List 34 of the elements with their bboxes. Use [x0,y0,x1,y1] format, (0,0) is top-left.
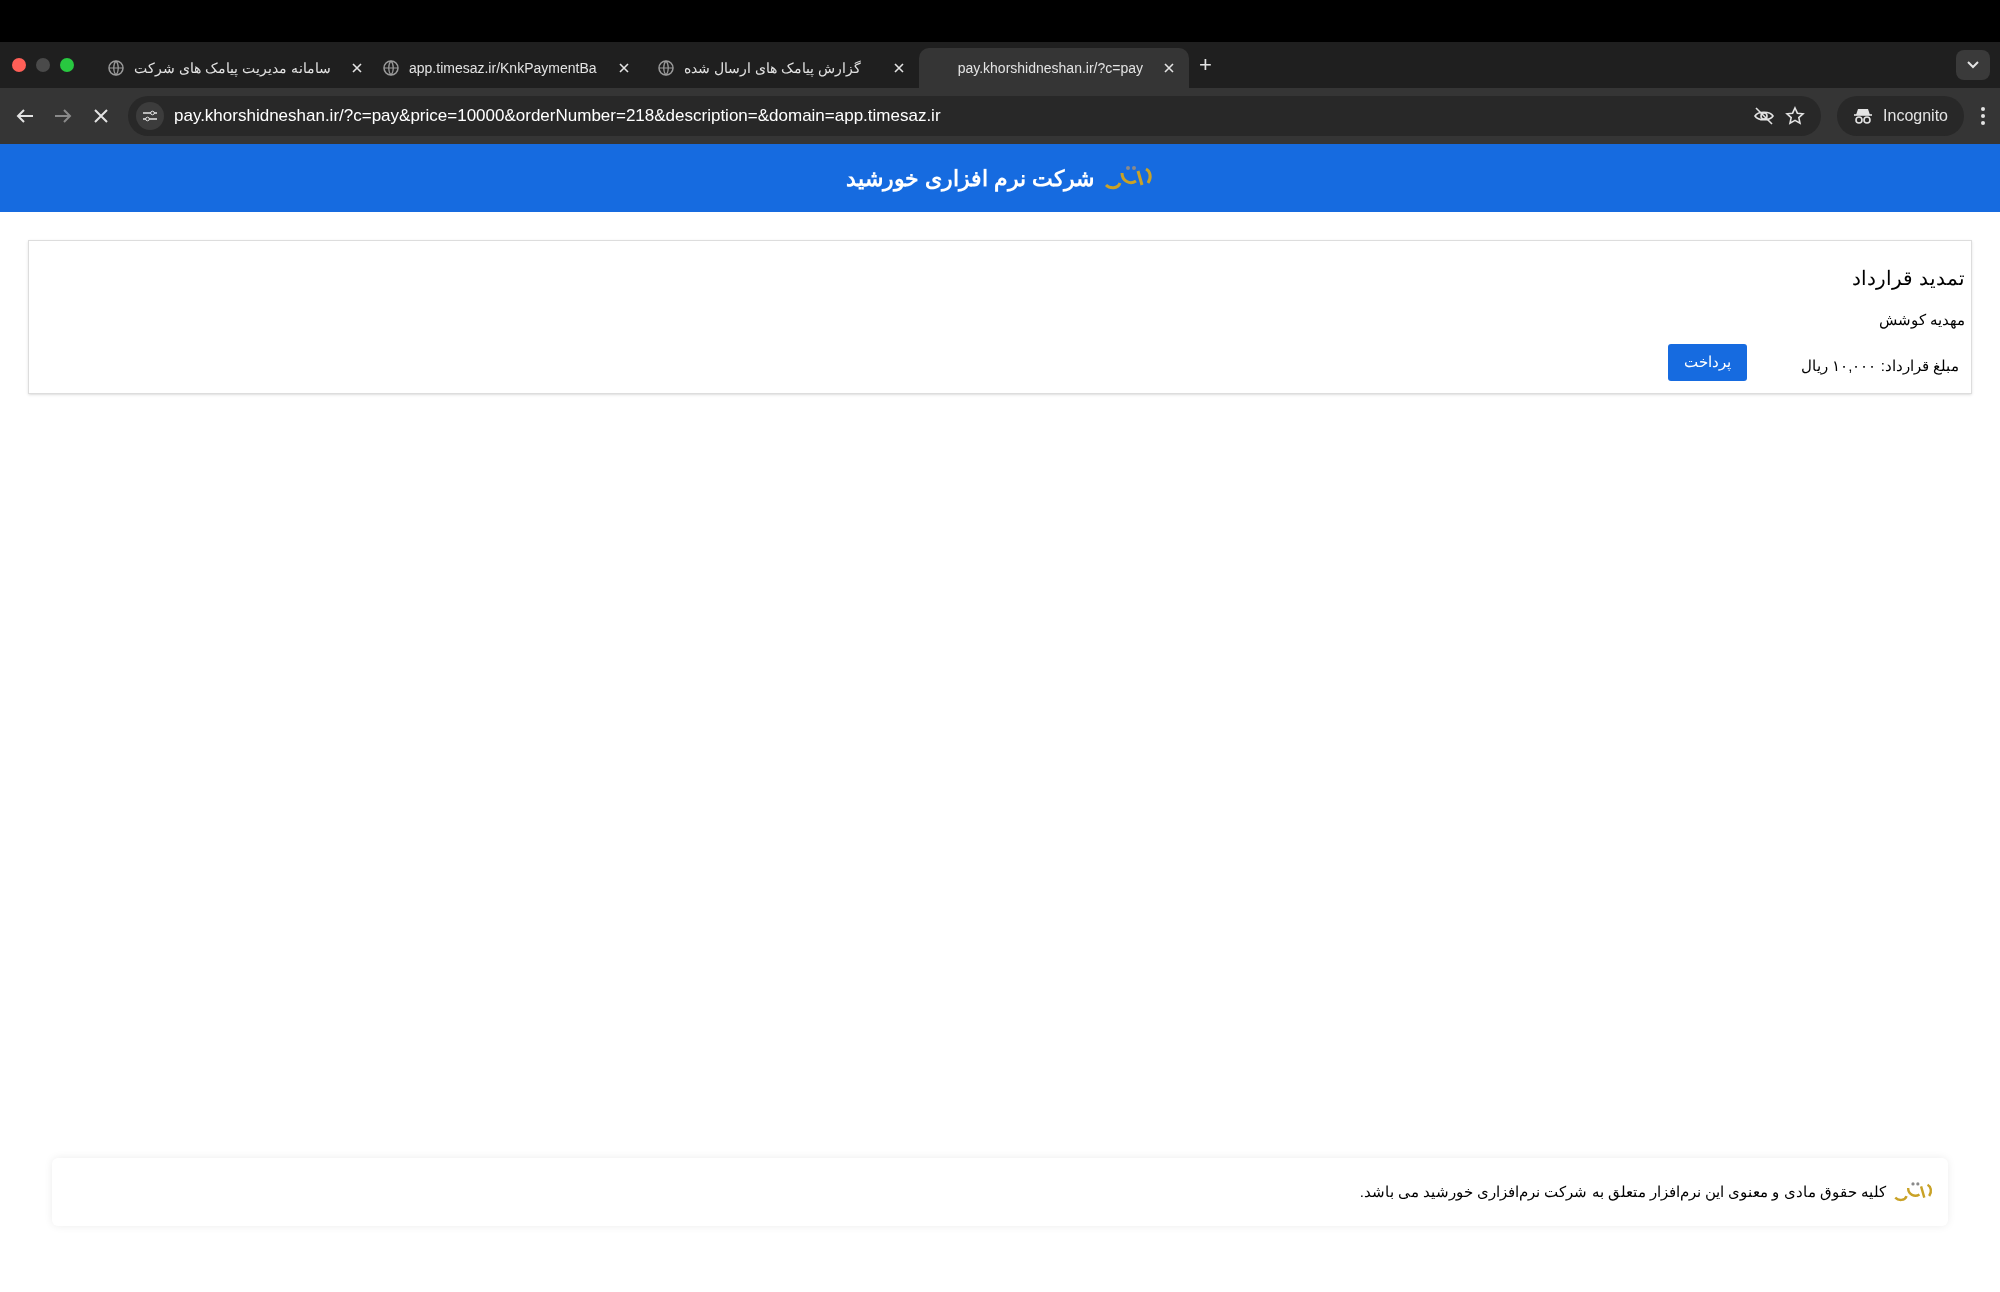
close-icon[interactable] [893,62,905,74]
incognito-icon [1853,107,1874,125]
url-text: pay.khorshidneshan.ir/?c=pay&price=10000&orderNumber=218&description=&domain=app.timesaz.ir [174,105,941,128]
chevron-down-icon [1967,61,1979,69]
tab-title: app.timesaz.ir/KnkPaymentBa [409,58,597,78]
new-tab-button[interactable]: + [1199,54,1212,76]
copyright-text: کلیه حقوق مادی و معنوی این نرم‌افزار متعلق به شرکت نرم‌افزاری خورشید می باشد. [1359,1181,1886,1203]
browser-tab[interactable]: سامانه مدیریت پیامک های شرکت [94,48,369,88]
browser-tab[interactable]: pay.khorshidneshan.ir/?c=pay [919,48,1189,88]
menu-icon[interactable] [1980,106,1986,126]
card-title: تمدید قرارداد [1851,266,1965,292]
browser-tab[interactable]: گزارش پیامک های ارسال شده [644,48,919,88]
star-icon[interactable] [1785,106,1806,126]
close-window-button[interactable] [12,58,26,72]
address-bar[interactable]: pay.khorshidneshan.ir/?c=pay&price=10000&orderNumber=218&description=&domain=app.timesaz.ir [128,96,1822,136]
tab-list-button[interactable] [1956,50,1990,80]
globe-icon [658,60,674,76]
tab-title: سامانه مدیریت پیامک های شرکت [134,58,331,79]
browser-tab[interactable]: app.timesaz.ir/KnkPaymentBa [369,48,644,88]
globe-icon [108,60,124,76]
contract-amount: مبلغ قرارداد: ۱۰,۰۰۰ ریال [1800,355,1959,377]
site-settings-icon[interactable] [136,102,164,130]
tab-title: pay.khorshidneshan.ir/?c=pay [957,58,1143,78]
pay-button[interactable]: پرداخت [1668,343,1747,381]
header-title: شرکت نرم افزاری خورشید [845,164,1095,194]
tab-title: گزارش پیامک های ارسال شده [684,58,861,79]
incognito-button[interactable]: Incognito [1837,96,1964,136]
customer-name: مهدیه کوشش [1877,310,1965,331]
close-icon[interactable] [1163,62,1175,74]
close-icon[interactable] [350,62,363,74]
eye-slash-icon[interactable] [1753,106,1776,126]
globe-icon [383,60,399,76]
maximize-window-button[interactable] [60,58,74,72]
close-icon[interactable] [618,62,630,74]
